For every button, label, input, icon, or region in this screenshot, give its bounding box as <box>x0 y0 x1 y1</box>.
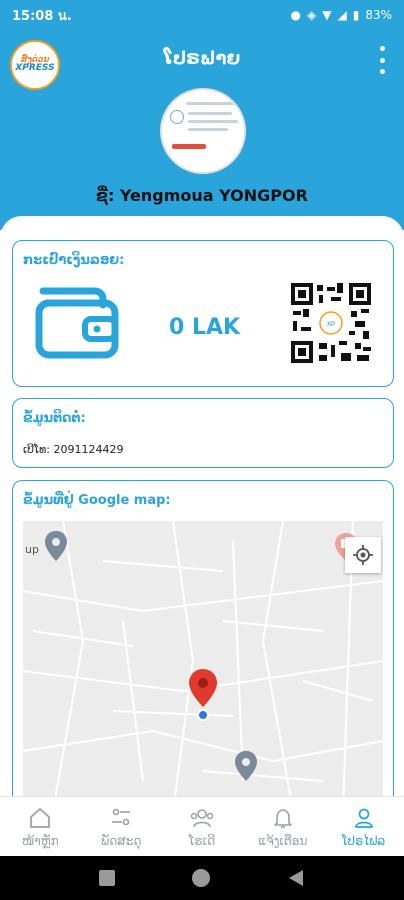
map-section-title: ຂໍ້ມູນທີ່ຢູ່ Google map: <box>23 493 171 508</box>
home-icon <box>30 807 51 828</box>
page-title: ໂປຣຟາຍ <box>163 48 241 69</box>
header: ສົ່ງດ່ວນ XPRESS ໂປຣຟາຍ ຊື່: Yengmoua YON… <box>0 30 404 230</box>
map-place-label: up <box>25 543 39 556</box>
crosshair-icon <box>353 545 373 565</box>
nav-label-notifications: ແຈ້ງເຕືອນ <box>258 833 308 848</box>
wallet-card: ກະເປົາເງິນລອຍ: 0 LAK XP <box>12 240 394 387</box>
battery-icon: ▮ <box>352 8 360 22</box>
map-roads <box>23 521 383 811</box>
map-place-pin-icon[interactable] <box>45 531 67 561</box>
wallet-title: ກະເປົາເງິນລອຍ: <box>23 253 125 268</box>
current-location-dot <box>197 709 209 721</box>
status-icons: ● ◈ ▼ ◢ ▮ 83% <box>291 8 392 22</box>
sync-icon: ● <box>290 8 302 22</box>
nav-item-orders[interactable]: ໂຮເດີ <box>162 797 243 856</box>
person-icon <box>354 808 373 828</box>
nav-item-home[interactable]: ໜ້າຫຼັກ <box>0 797 81 856</box>
nav-label-home: ໜ້າຫຼັກ <box>22 833 59 848</box>
nav-item-profile[interactable]: ໂປຣໄຟລ <box>323 797 404 856</box>
wallet-icon <box>35 287 119 359</box>
location-marker-icon[interactable] <box>189 669 217 707</box>
my-location-button[interactable] <box>345 537 381 573</box>
nav-label-profile: ໂປຣໄຟລ <box>342 833 386 848</box>
contact-title: ຂໍ້ມູນຕິດຕໍ່: <box>23 411 86 426</box>
contact-card: ຂໍ້ມູນຕິດຕໍ່: ເບີໂທ: 2091124429 <box>12 398 394 468</box>
nav-label-orders: ໂຮເດີ <box>188 833 216 848</box>
nav-item-parcels[interactable]: ພັດສະດຸ <box>81 797 162 856</box>
user-name: ຊື່: Yengmoua YONGPOR <box>96 186 308 205</box>
qr-code-icon[interactable]: XP <box>291 283 371 363</box>
wifi-icon: ▼ <box>322 8 332 22</box>
bottom-nav: ໜ້າຫຼັກ ພັດສະດຸ ໂຮເດີ ແຈ້ງເຕືອນ ໂປຣໄຟລ <box>0 796 404 856</box>
map-card: ຂໍ້ມູນທີ່ຢູ່ Google map: up <box>12 480 394 811</box>
recents-icon[interactable] <box>98 870 115 886</box>
nav-label-parcels: ພັດສະດຸ <box>101 833 142 848</box>
more-menu-icon[interactable] <box>378 46 386 74</box>
nav-item-notifications[interactable]: ແຈ້ງເຕືອນ <box>242 797 323 856</box>
back-icon[interactable] <box>287 869 305 887</box>
status-bar: 15:08 น. ● ◈ ▼ ◢ ▮ 83% <box>0 0 404 30</box>
system-nav-bar <box>0 856 404 900</box>
map-landmark-pin-icon[interactable] <box>235 751 257 781</box>
vibrate-icon: ◈ <box>307 8 317 22</box>
home-button-icon[interactable] <box>191 869 210 887</box>
battery-percent: 83% <box>365 8 392 22</box>
signal-icon: ◢ <box>337 8 347 22</box>
wallet-balance: 0 LAK <box>169 315 241 340</box>
svg-text:XP: XP <box>327 322 335 328</box>
profile-avatar[interactable] <box>160 88 246 174</box>
status-time: 15:08 น. <box>12 8 72 24</box>
sliders-icon <box>112 808 131 825</box>
google-map[interactable]: up <box>23 521 383 811</box>
bell-icon <box>273 808 292 828</box>
phone-number: ເບີໂທ: 2091124429 <box>23 443 124 456</box>
users-icon <box>190 808 214 827</box>
